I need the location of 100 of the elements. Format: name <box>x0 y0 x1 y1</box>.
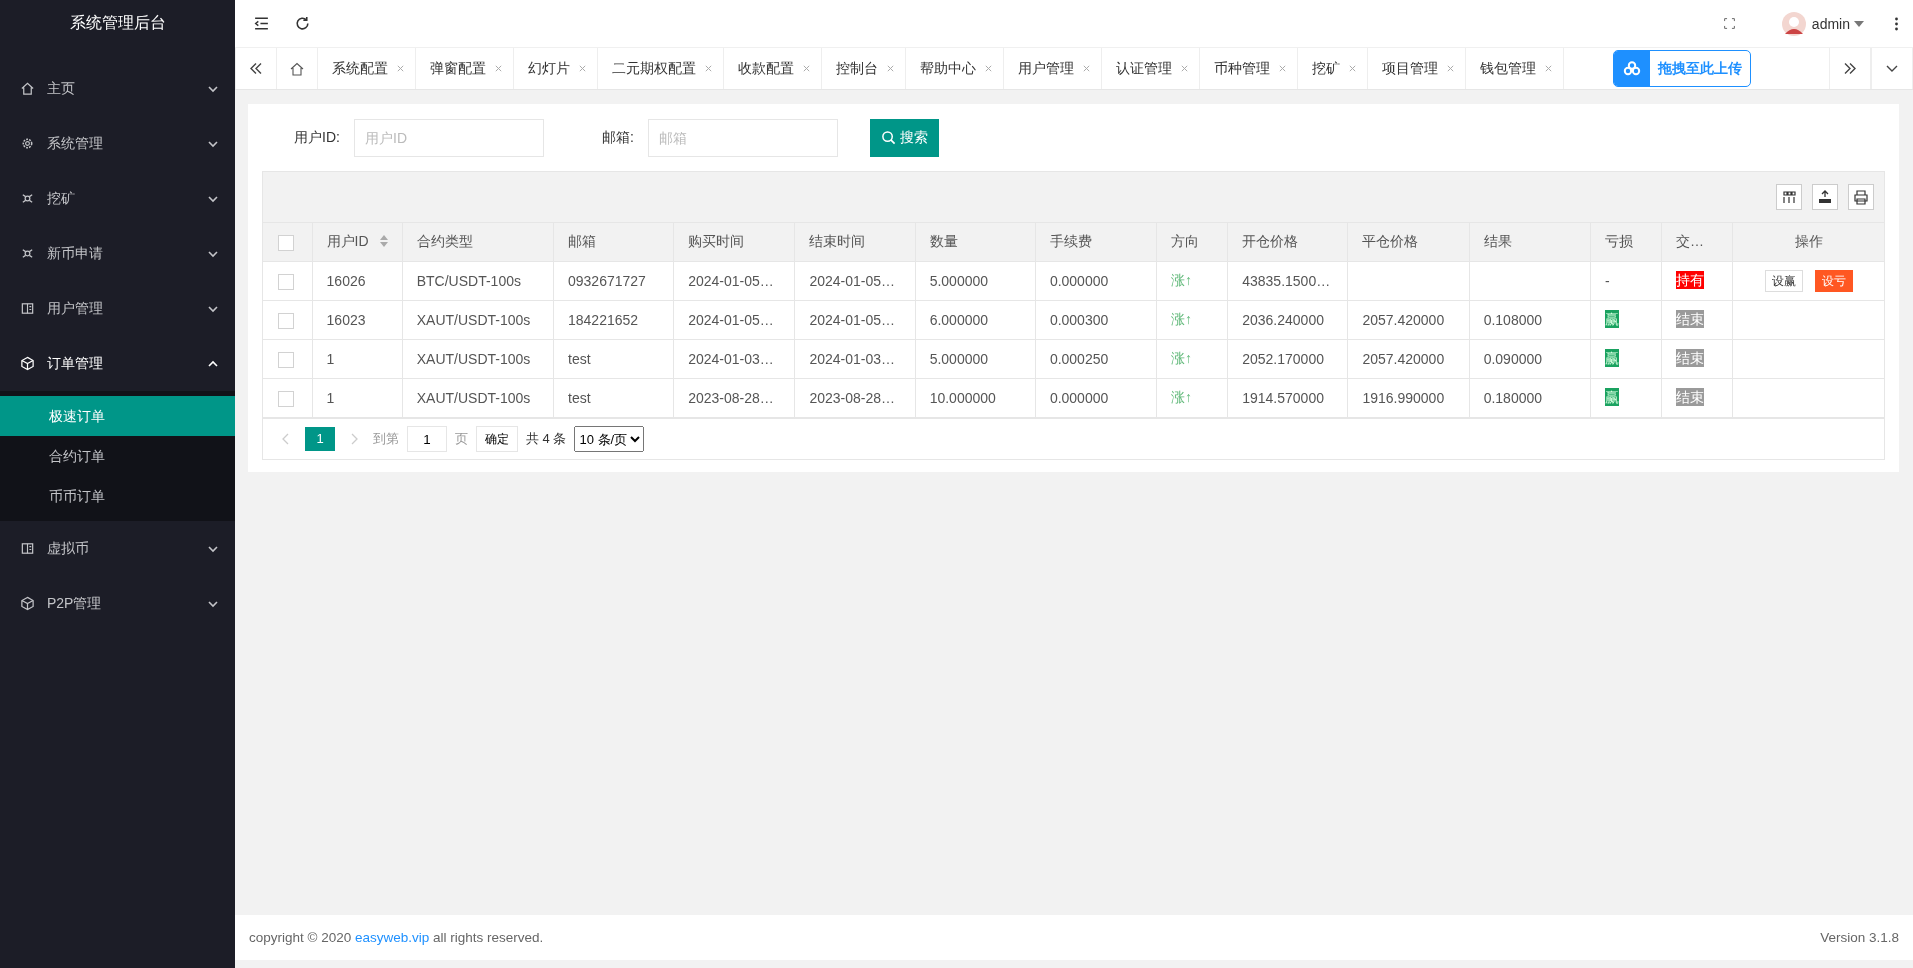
upload-label: 拖拽至此上传 <box>1658 59 1742 78</box>
profit-tag: 赢 <box>1604 349 1619 367</box>
user-name[interactable]: admin <box>1811 15 1850 32</box>
page-unit: 页 <box>455 430 468 448</box>
direction-text: 涨↑ <box>1171 311 1193 327</box>
sidebar-item[interactable]: P2P管理 <box>0 576 235 631</box>
print-icon[interactable] <box>1848 184 1874 210</box>
checkbox[interactable] <box>278 312 294 329</box>
table-cell: 16023 <box>326 312 366 328</box>
app-title: 系统管理后台 <box>68 13 167 33</box>
submenu-item[interactable]: 极速订单 <box>0 396 235 436</box>
table-cell: 0932671727 <box>568 273 646 289</box>
tab[interactable]: 弹窗配置 <box>416 48 514 89</box>
close-icon[interactable] <box>704 64 713 73</box>
tab[interactable]: 收款配置 <box>724 48 822 89</box>
table-cell: 2057.420000 <box>1362 312 1445 328</box>
tab[interactable]: 币种管理 <box>1200 48 1298 89</box>
sidebar-item[interactable]: 新币申请 <box>0 226 235 281</box>
tab[interactable]: 认证管理 <box>1102 48 1200 89</box>
tab[interactable]: 系统配置 <box>318 48 416 89</box>
table-cell: test <box>568 390 591 406</box>
submenu-item[interactable]: 合约订单 <box>0 436 235 476</box>
total-count: 共 4 条 <box>526 430 567 448</box>
goto-label: 到第 <box>373 430 399 448</box>
column-header: 结束时间 <box>809 233 866 249</box>
checkbox[interactable] <box>278 234 294 251</box>
field-label: 用户ID: <box>293 128 341 147</box>
close-icon[interactable] <box>886 64 895 73</box>
close-icon[interactable] <box>802 64 811 73</box>
sidebar-item[interactable]: 主页 <box>0 61 235 116</box>
set-win-button[interactable]: 设赢 <box>1764 270 1803 292</box>
close-icon[interactable] <box>396 64 405 73</box>
table-cell: 0.180000 <box>1483 390 1543 406</box>
sidebar-item[interactable]: 虚拟币 <box>0 521 235 576</box>
sidebar-item[interactable]: 挖矿 <box>0 171 235 226</box>
table-cell: 2023-08-28… <box>809 390 896 406</box>
scroll-left-icon[interactable] <box>235 48 277 89</box>
sidebar-item[interactable]: 订单管理 <box>0 336 235 391</box>
close-icon[interactable] <box>1278 64 1287 73</box>
page-button[interactable]: 1 <box>305 427 335 451</box>
direction-text: 涨↑ <box>1171 389 1193 405</box>
sidebar-item[interactable]: 用户管理 <box>0 281 235 336</box>
column-header: 邮箱 <box>568 233 596 249</box>
close-icon[interactable] <box>984 64 993 73</box>
scroll-right-icon[interactable] <box>1829 48 1871 89</box>
export-icon[interactable] <box>1812 184 1838 210</box>
checkbox[interactable] <box>278 351 294 368</box>
collapse-menu-icon[interactable] <box>253 15 270 32</box>
close-icon[interactable] <box>1348 64 1357 73</box>
book-icon <box>20 301 35 316</box>
tab[interactable]: 控制台 <box>822 48 906 89</box>
profit-tag: 赢 <box>1604 388 1619 406</box>
checkbox[interactable] <box>278 390 294 407</box>
table-cell: 2024-01-05… <box>688 312 774 328</box>
sort-icon[interactable] <box>380 235 389 247</box>
close-icon[interactable] <box>1082 64 1091 73</box>
sidebar-item[interactable]: 系统管理 <box>0 116 235 171</box>
close-icon[interactable] <box>578 64 587 73</box>
tab[interactable]: 项目管理 <box>1368 48 1466 89</box>
search-button[interactable]: 搜索 <box>870 118 939 157</box>
table-cell: BTC/USDT-100s <box>416 273 521 289</box>
table-cell: 2024-01-03… <box>809 351 896 367</box>
table-cell: 2023-08-28… <box>688 390 774 406</box>
column-header: 用户ID <box>326 233 369 249</box>
tab[interactable]: 用户管理 <box>1004 48 1102 89</box>
close-icon[interactable] <box>1446 64 1455 73</box>
caret-icon[interactable] <box>1854 20 1864 27</box>
fullscreen-icon[interactable] <box>1722 17 1736 30</box>
confirm-button[interactable]: 确定 <box>476 426 518 452</box>
close-icon[interactable] <box>1180 64 1189 73</box>
status-tag: 结束 <box>1676 349 1704 367</box>
table-cell: 10.000000 <box>929 390 996 406</box>
submenu-item[interactable]: 币币订单 <box>0 476 235 516</box>
tab[interactable]: 钱包管理 <box>1466 48 1564 89</box>
table-cell: 6.000000 <box>929 312 989 328</box>
page-size-select[interactable]: 10 条/页 <box>574 426 645 452</box>
close-icon[interactable] <box>494 64 503 73</box>
table-cell: 2052.170000 <box>1242 351 1324 367</box>
tab[interactable]: 幻灯片 <box>514 48 598 89</box>
columns-icon[interactable] <box>1776 184 1802 210</box>
table-cell: 2024-01-05… <box>688 273 774 289</box>
tab[interactable]: 二元期权配置 <box>598 48 724 89</box>
tab[interactable]: 帮助中心 <box>906 48 1004 89</box>
book-icon <box>20 541 35 556</box>
table-cell: 0.000300 <box>1049 312 1109 328</box>
column-header: 购买时间 <box>688 233 745 249</box>
refresh-icon[interactable] <box>294 15 311 32</box>
more-icon[interactable] <box>1894 15 1899 32</box>
search-field[interactable]: 邮箱 <box>648 118 838 157</box>
checkbox[interactable] <box>278 273 294 290</box>
tab[interactable]: 挖矿 <box>1298 48 1368 89</box>
direction-text: 涨↑ <box>1171 350 1193 366</box>
column-header: 方向 <box>1171 233 1200 249</box>
column-header: 手续费 <box>1049 233 1092 249</box>
search-field[interactable]: 用户ID <box>354 118 544 157</box>
close-icon[interactable] <box>1544 64 1553 73</box>
page-input[interactable]: 1 <box>407 426 447 452</box>
avatar-icon[interactable] <box>1781 11 1806 36</box>
table-cell: 0.000000 <box>1049 273 1109 289</box>
table-cell: 0.000250 <box>1049 351 1109 367</box>
